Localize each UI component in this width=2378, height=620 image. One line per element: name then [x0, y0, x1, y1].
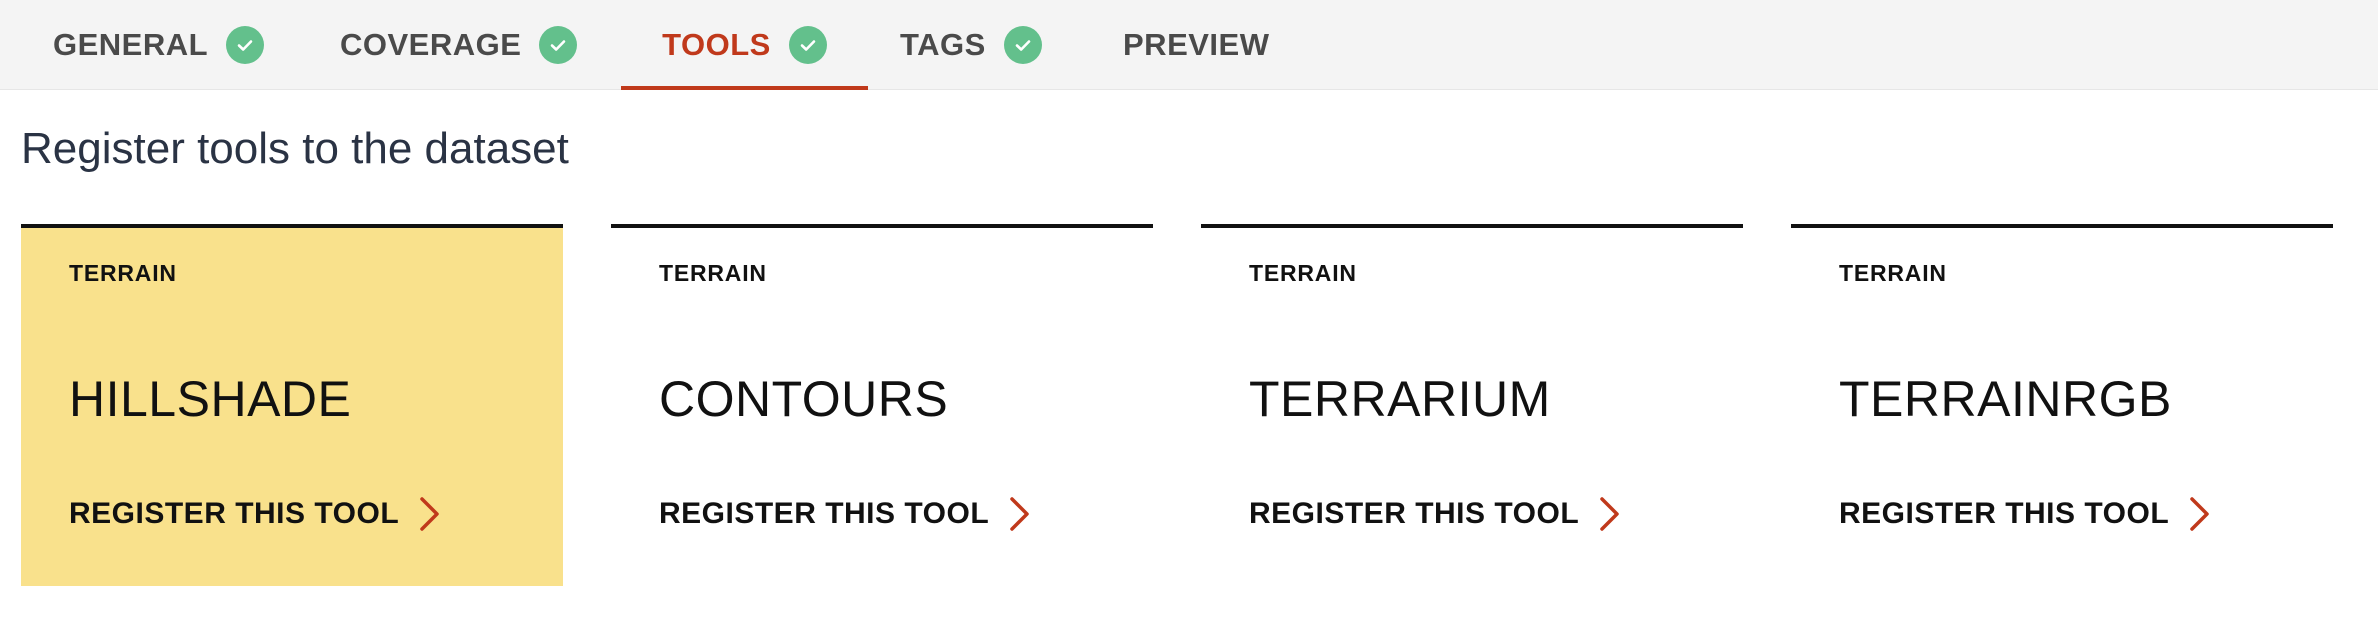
page-title: Register tools to the dataset — [21, 124, 569, 173]
chevron-right-icon — [1009, 496, 1031, 532]
card-title: TERRARIUM — [1249, 371, 1551, 427]
chevron-right-icon — [2189, 496, 2211, 532]
wizard-tab-bar: GENERAL COVERAGE TOOLS TAGS PREVIEW — [0, 0, 2378, 90]
check-circle-icon — [226, 25, 265, 64]
register-tool-label: REGISTER THIS TOOL — [659, 497, 990, 530]
card-title: TERRAINRGB — [1839, 371, 2172, 427]
tab-general[interactable]: GENERAL — [53, 0, 265, 89]
register-tool-label: REGISTER THIS TOOL — [69, 497, 400, 530]
active-tab-indicator — [621, 86, 868, 90]
tool-card-terrarium[interactable]: TERRAIN TERRARIUM REGISTER THIS TOOL — [1201, 224, 1743, 586]
tab-label: TOOLS — [662, 26, 771, 62]
register-tool-button[interactable]: REGISTER THIS TOOL — [1249, 496, 1621, 532]
register-tool-label: REGISTER THIS TOOL — [1249, 497, 1580, 530]
chevron-right-icon — [419, 496, 441, 532]
check-circle-icon — [539, 25, 578, 64]
tab-preview[interactable]: PREVIEW — [1123, 0, 1269, 89]
register-tool-button[interactable]: REGISTER THIS TOOL — [69, 496, 441, 532]
tab-label: GENERAL — [53, 26, 209, 62]
card-category: TERRAIN — [1249, 260, 1357, 286]
tab-coverage[interactable]: COVERAGE — [340, 0, 578, 89]
tab-tags[interactable]: TAGS — [900, 0, 1042, 89]
card-category: TERRAIN — [1839, 260, 1947, 286]
card-title: HILLSHADE — [69, 371, 352, 427]
check-circle-icon — [1003, 25, 1042, 64]
check-circle-icon — [788, 25, 827, 64]
tab-label: COVERAGE — [340, 26, 522, 62]
card-category: TERRAIN — [69, 260, 177, 286]
tool-card-contours[interactable]: TERRAIN CONTOURS REGISTER THIS TOOL — [611, 224, 1153, 586]
tab-tools[interactable]: TOOLS — [621, 0, 868, 90]
tab-label: PREVIEW — [1123, 26, 1270, 62]
tab-label: TAGS — [900, 26, 986, 62]
chevron-right-icon — [1599, 496, 1621, 532]
register-tool-label: REGISTER THIS TOOL — [1839, 497, 2170, 530]
card-title: CONTOURS — [659, 371, 949, 427]
register-tool-button[interactable]: REGISTER THIS TOOL — [659, 496, 1031, 532]
tool-card-hillshade[interactable]: TERRAIN HILLSHADE REGISTER THIS TOOL — [21, 224, 563, 586]
register-tool-button[interactable]: REGISTER THIS TOOL — [1839, 496, 2211, 532]
tool-card-terrainrgb[interactable]: TERRAIN TERRAINRGB REGISTER THIS TOOL — [1791, 224, 2333, 586]
card-category: TERRAIN — [659, 260, 767, 286]
